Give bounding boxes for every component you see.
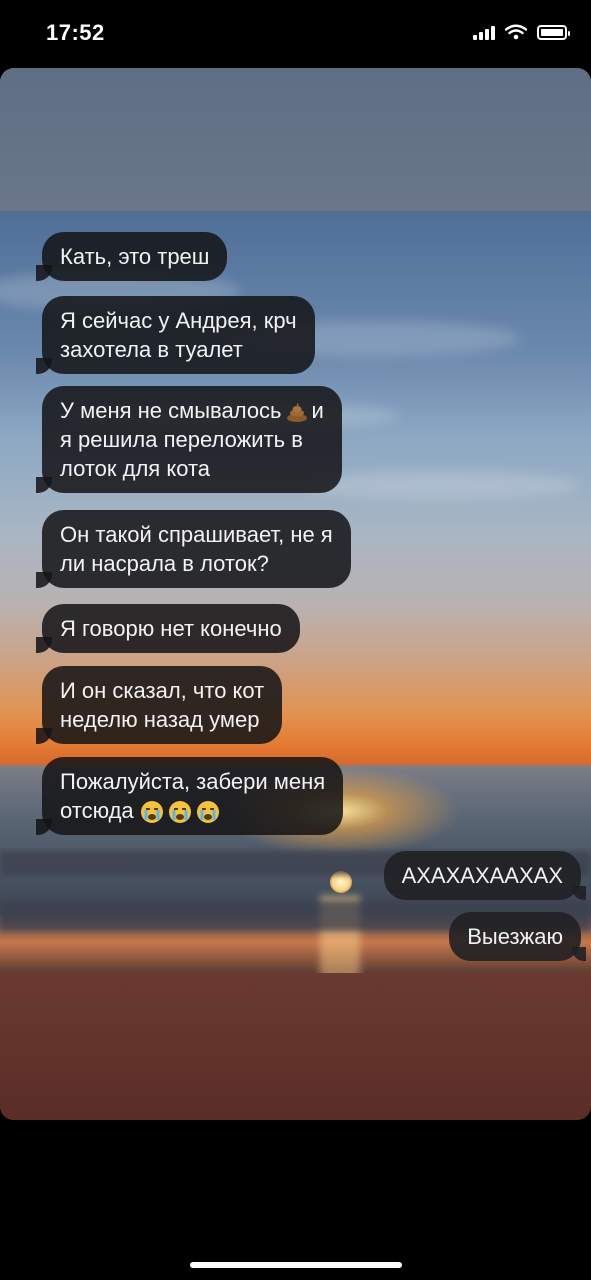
signal-icon [473, 24, 495, 40]
incoming-message: Я говорю нет конечно [36, 604, 300, 653]
incoming-message: Пожалуйста, забери меня отсюда [35, 757, 344, 835]
incoming-message: Я сейчас у Андрея, крч захотела в туалет [36, 296, 315, 374]
home-indicator[interactable] [190, 1262, 402, 1268]
status-bar: 17:52 [0, 0, 591, 68]
crying-face-emoji-icon [140, 801, 163, 824]
message-text: У меня не смывалось [60, 398, 282, 423]
outgoing-message: Выезжаю [449, 912, 586, 961]
crying-face-emoji-icon [196, 801, 219, 824]
card-top-band [0, 68, 591, 211]
incoming-message: И он сказал, что кот неделю назад умер [35, 666, 283, 744]
incoming-message: Кать, это треш [35, 232, 228, 281]
wifi-icon [505, 24, 527, 40]
battery-icon [537, 24, 570, 40]
status-icons [473, 24, 570, 40]
card-bottom-band [0, 973, 591, 1120]
status-time: 17:52 [46, 20, 105, 45]
incoming-message: Он такой спрашивает, не я ли насрала в л… [36, 510, 351, 588]
outgoing-message: АХАХАХААХАХ [383, 851, 587, 900]
message-text: Пожалуйста, забери меня отсюда [60, 769, 326, 823]
poop-emoji-icon [286, 403, 307, 423]
incoming-message: У меня не смывалось и я решила переложить… [36, 386, 342, 493]
crying-face-emoji-icon [168, 801, 191, 824]
screenshot-card [0, 68, 591, 1120]
